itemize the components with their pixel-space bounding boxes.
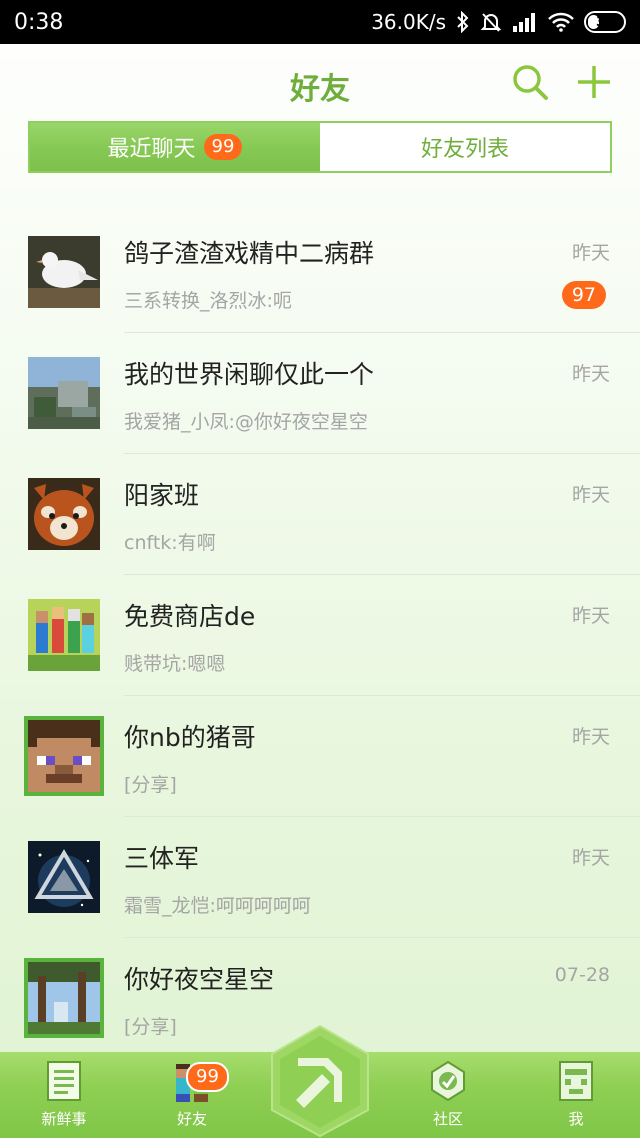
search-button[interactable] (510, 62, 550, 102)
avatar (28, 599, 100, 671)
chat-name: 三体军 (124, 844, 200, 873)
avatar (24, 958, 104, 1038)
chat-time: 昨天 (571, 605, 610, 627)
add-button[interactable] (574, 62, 614, 102)
chat-name: 鸽子渣渣戏精中二病群 (124, 239, 375, 268)
nav-friends-badge: 99 (186, 1062, 229, 1092)
news-icon (47, 1061, 81, 1101)
chat-time: 昨天 (571, 363, 610, 385)
nav-me-label: 我 (568, 1110, 584, 1128)
red-panda-avatar-icon (28, 478, 100, 550)
avatar (28, 478, 100, 550)
signal-icon (513, 13, 535, 32)
alarm-off-icon (480, 13, 502, 32)
search-icon (513, 65, 548, 100)
chat-name: 我的世界闲聊仅此一个 (124, 360, 375, 389)
chat-preview: 三系转换_洛烈冰:呃 (124, 290, 292, 312)
avatar (24, 716, 104, 796)
chat-preview: cnftk:有啊 (124, 532, 216, 554)
chat-list: 鸽子渣渣戏精中二病群 三系转换_洛烈冰:呃 昨天 97 我的世界闲聊仅此一个 我… (0, 212, 640, 1059)
chat-time: 昨天 (571, 726, 610, 748)
community-compass-icon (431, 1060, 465, 1102)
avatar (28, 357, 100, 429)
avatar (28, 841, 100, 913)
tab-recent-chats-label: 最近聊天 (107, 137, 196, 162)
tab-recent-badge: 99 (203, 134, 243, 160)
chat-time: 昨天 (571, 847, 610, 869)
chat-time: 昨天 (571, 242, 610, 264)
chat-preview: 霜雪_龙恺:呵呵呵呵呵 (124, 895, 311, 917)
status-bar: 0:38 36.0K/s 33 (0, 0, 640, 44)
app-header: 好友 (0, 44, 640, 122)
chat-name: 你好夜空星空 (124, 965, 275, 994)
chat-preview: [分享] (124, 774, 177, 796)
nav-community[interactable]: 社区 (398, 1052, 498, 1138)
pickaxe-icon (271, 1024, 369, 1138)
avatar (28, 236, 100, 308)
steve-face-avatar-icon (28, 720, 100, 792)
chat-name: 阳家班 (124, 481, 200, 510)
unread-badge: 97 (561, 281, 606, 309)
space-triangle-avatar-icon (28, 841, 100, 913)
nav-friends-label: 好友 (176, 1110, 207, 1128)
chat-name: 你nb的猪哥 (124, 723, 256, 752)
status-icons: 36.0K/s 33 (371, 10, 626, 34)
pigeon-avatar-icon (28, 236, 100, 308)
status-time: 0:38 (14, 9, 64, 35)
me-profile-icon (559, 1061, 593, 1101)
tab-recent-chats[interactable]: 最近聊天 99 (30, 123, 320, 171)
chat-name: 免费商店de (124, 602, 256, 631)
wifi-icon (548, 12, 574, 32)
chat-item[interactable]: 三体军 霜雪_龙恺:呵呵呵呵呵 昨天 (0, 817, 640, 938)
chat-preview: 贱带坑:嗯嗯 (124, 653, 226, 675)
bluetooth-icon (457, 11, 469, 33)
chat-item[interactable]: 我的世界闲聊仅此一个 我爱猪_小凤:@你好夜空星空 昨天 (0, 333, 640, 454)
chat-time: 昨天 (571, 484, 610, 506)
tab-friend-list[interactable]: 好友列表 (320, 123, 610, 171)
chat-item[interactable]: 你nb的猪哥 [分享] 昨天 (0, 696, 640, 817)
battery-icon: 33 (584, 11, 626, 33)
chat-time: 07-28 (554, 964, 610, 986)
chat-item[interactable]: 免费商店de 贱带坑:嗯嗯 昨天 (0, 575, 640, 696)
chat-item[interactable]: 鸽子渣渣戏精中二病群 三系转换_洛烈冰:呃 昨天 97 (0, 212, 640, 333)
minecraft-landscape-avatar-icon (28, 357, 100, 429)
minecraft-forest-avatar-icon (28, 962, 100, 1034)
nav-friends[interactable]: 99 好友 (142, 1052, 242, 1138)
plus-icon (578, 66, 610, 98)
nav-community-label: 社区 (432, 1110, 463, 1128)
nav-news[interactable]: 新鲜事 (14, 1052, 114, 1138)
center-pickaxe-button[interactable] (268, 1024, 372, 1138)
chat-tabs: 最近聊天 99 好友列表 (28, 121, 612, 173)
battery-level: 33 (595, 14, 615, 30)
chat-item[interactable]: 阳家班 cnftk:有啊 昨天 (0, 454, 640, 575)
chat-preview: 我爱猪_小凤:@你好夜空星空 (124, 411, 368, 433)
network-speed: 36.0K/s (371, 10, 446, 34)
minecraft-characters-avatar-icon (28, 599, 100, 671)
tab-friend-list-label: 好友列表 (420, 137, 509, 162)
chat-preview: [分享] (124, 1016, 177, 1038)
nav-me[interactable]: 我 (526, 1052, 626, 1138)
nav-news-label: 新鲜事 (41, 1110, 87, 1128)
